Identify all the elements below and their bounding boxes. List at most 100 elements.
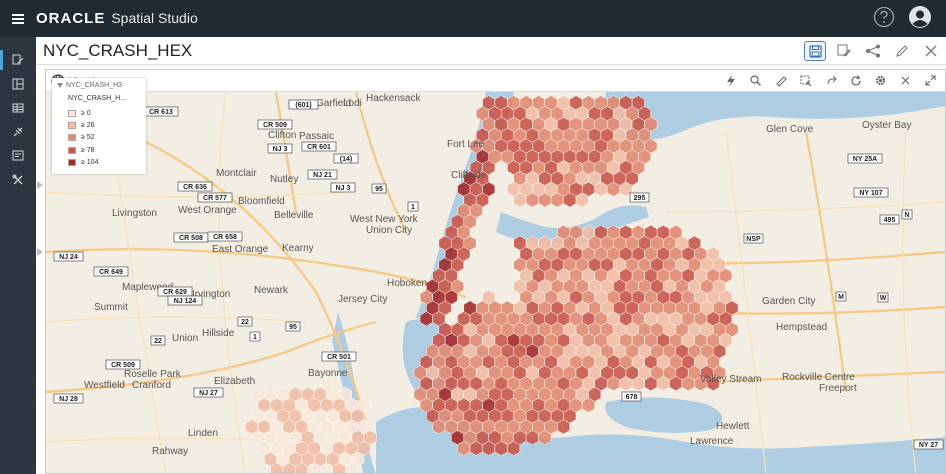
road-shield-label: CR 508: [179, 235, 203, 242]
basemap[interactable]: Hackensack Garfield Lodi Clifton Passaic…: [46, 92, 945, 474]
gear-icon: [875, 75, 886, 86]
place-label: Bayonne: [308, 368, 348, 379]
place-label: Hempstead: [776, 322, 827, 333]
close-button[interactable]: [920, 41, 942, 61]
place-label: West Orange: [178, 205, 237, 216]
place-label: Hoboken: [387, 278, 427, 289]
legend-item-label: ≥ 104: [81, 159, 99, 167]
legend-items: ≥ 0 ≥ 26 ≥ 52 ≥ 78 ≥ 104: [68, 107, 98, 169]
help-button[interactable]: [872, 5, 896, 29]
share-button[interactable]: [862, 41, 884, 61]
undo-button[interactable]: [822, 72, 839, 89]
legend-item: ≥ 104: [68, 157, 98, 169]
search-icon: [750, 75, 761, 86]
save-as-button[interactable]: [833, 41, 855, 61]
place-label: Rahway: [152, 446, 188, 457]
legend-swatch: [68, 134, 76, 142]
road-shield-label: NY 25A: [853, 156, 877, 163]
save-button[interactable]: [804, 41, 826, 61]
save-icon: [808, 44, 822, 58]
road-shield-label: CR 509: [263, 122, 287, 129]
view-close-button[interactable]: [897, 72, 914, 89]
rail-item-projects[interactable]: [0, 48, 36, 72]
road-shield-label: N: [904, 212, 909, 219]
legend-swatch: [68, 159, 76, 167]
search-button[interactable]: [747, 72, 764, 89]
legend-swatch: [68, 146, 76, 154]
place-label: Cranford: [132, 380, 171, 391]
rail-item-layout[interactable]: [0, 72, 36, 96]
road-shield-label: CR 601: [307, 144, 331, 151]
place-label: Elizabeth: [214, 376, 255, 387]
road-shield-label: W: [880, 295, 887, 302]
road-shield-label: NSP: [746, 236, 761, 243]
road-shield-label: CR 577: [203, 195, 227, 202]
plug-icon: [13, 127, 23, 137]
place-label: West New York: [350, 214, 419, 225]
road-shield-label: 1: [411, 204, 415, 211]
road-shield-label: NJ 21: [313, 172, 332, 179]
road-shield-label: (601): [295, 102, 311, 109]
table-icon: [12, 103, 24, 113]
legend-item-label: ≥ 52: [81, 134, 95, 142]
maximize-button[interactable]: [922, 72, 939, 89]
app-root: ORACLE Spatial Studio NYC_CRASH_HEX Hack…: [0, 0, 946, 474]
place-label: Union: [172, 333, 198, 344]
road-shield-label: CR 636: [183, 184, 207, 191]
rail-item-tools[interactable]: [0, 168, 36, 192]
rail-item-connections[interactable]: [0, 120, 36, 144]
user-menu-button[interactable]: [908, 5, 932, 29]
left-rail: [0, 37, 36, 474]
legend-item: ≥ 26: [68, 119, 98, 131]
legend-item: ≥ 78: [68, 144, 98, 156]
ruler-icon: [775, 75, 787, 87]
road-shield-label: CR 501: [327, 354, 351, 361]
place-label: Fort Lee: [447, 139, 485, 150]
select-button[interactable]: [797, 72, 814, 89]
place-label: Hackensack: [366, 93, 421, 104]
collapse-triangle-icon[interactable]: [57, 83, 63, 88]
measure-button[interactable]: [772, 72, 789, 89]
road-shield-label: CR 658: [213, 234, 237, 241]
road-shield-label: 678: [626, 394, 638, 401]
close-icon: [901, 76, 910, 85]
road-shield-label: NJ 28: [59, 396, 78, 403]
expand-left-icon[interactable]: [37, 181, 43, 189]
place-label: Oyster Bay: [862, 120, 911, 131]
lightning-button[interactable]: [722, 72, 739, 89]
place-label: Jersey City: [338, 294, 387, 305]
road-shield-label: NJ 3: [336, 185, 351, 192]
place-label: Kearny: [282, 243, 314, 254]
road-shield-label: NJ 124: [174, 298, 197, 305]
place-label: Lawrence: [690, 436, 734, 447]
map-view: View 1: [45, 69, 946, 474]
road-shield-label: NJ 3: [273, 146, 288, 153]
maximize-icon: [925, 75, 936, 86]
rail-item-jobs[interactable]: [0, 144, 36, 168]
road-shield-label: M: [838, 294, 844, 301]
legend-item-label: ≥ 26: [81, 122, 95, 130]
oracle-logo: ORACLE: [36, 10, 106, 27]
place-label: Union City: [366, 225, 412, 236]
road-shield-label: 22: [241, 319, 249, 326]
expand-left-icon-2[interactable]: [37, 248, 43, 256]
hamburger-icon: [12, 13, 24, 24]
edit-button[interactable]: [891, 41, 913, 61]
layout-icon: [12, 78, 24, 90]
refresh-button[interactable]: [847, 72, 864, 89]
road-shield-label: CR 613: [149, 109, 173, 116]
close-icon: [925, 45, 937, 57]
place-label: Hewlett: [716, 421, 750, 432]
save-as-icon: [837, 44, 851, 57]
legend-item: ≥ 52: [68, 132, 98, 144]
settings-button[interactable]: [872, 72, 889, 89]
menu-button[interactable]: [0, 0, 36, 37]
road-shield-label: 95: [289, 324, 297, 331]
rail-item-datasets[interactable]: [0, 96, 36, 120]
selection-icon: [800, 75, 811, 86]
place-label: Valley Stream: [700, 374, 762, 385]
product-name: Spatial Studio: [111, 10, 198, 26]
road-shield-label: CR 629: [163, 289, 187, 296]
legend-item-label: ≥ 78: [81, 146, 95, 154]
place-label: Nutley: [270, 174, 298, 185]
